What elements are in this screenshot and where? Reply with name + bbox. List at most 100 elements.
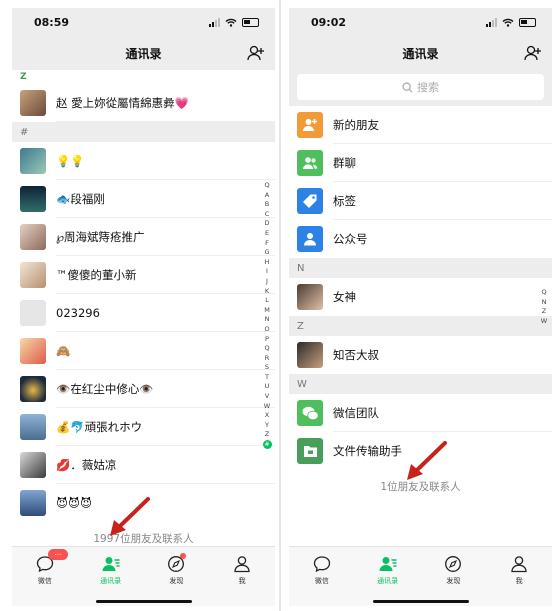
index-letter[interactable]: Q [541,288,546,298]
page-title: 通讯录 [402,46,439,61]
index-letter[interactable]: S [265,363,269,373]
tab-chats[interactable]: 微信 [289,547,355,606]
tab-contacts[interactable]: 通讯录 [355,547,421,606]
wifi-icon [502,18,514,27]
section-header-z: Z [12,70,275,84]
index-letter[interactable]: W [264,402,270,412]
index-letter[interactable]: K [265,287,269,297]
contact-name: 💡💡 [56,154,85,168]
alphabet-index[interactable]: Q A B C D E F G H I J K L M N O P Q R S T U V W X Y Z # [261,181,273,450]
function-tags[interactable]: 标签 [289,182,552,220]
index-letter[interactable]: U [265,382,270,392]
unread-badge: ··· [48,549,68,560]
function-official-accounts[interactable]: 公众号 [289,220,552,258]
battery-icon [242,17,259,27]
index-letter[interactable]: W [541,317,547,327]
index-letter[interactable]: N [542,298,547,308]
tab-me[interactable]: 我 [486,547,552,606]
contact-name: 赵 愛上妳從屬情綿惠彜💗 [56,96,189,110]
tab-contacts[interactable]: 通讯录 [78,547,144,606]
avatar [20,148,46,174]
index-letter[interactable]: N [265,315,270,325]
contact-name: 女神 [333,290,356,304]
tag-icon [297,188,323,214]
function-group-chats[interactable]: 群聊 [289,144,552,182]
tab-label: 发现 [169,577,184,585]
contact-row[interactable]: 💰🐬頑張れホウ [12,408,275,446]
status-bar: 08:59 [12,8,275,36]
index-letter[interactable]: J [266,277,268,287]
section-header-n: N [289,258,552,278]
signal-icon [209,17,220,27]
index-letter[interactable]: X [265,411,269,421]
index-letter[interactable]: E [265,229,269,239]
nav-bar: 通讯录 [289,36,552,70]
alphabet-index[interactable]: QNZW [538,288,550,326]
contact-name: 🐟段福刚 [56,192,105,206]
function-new-friends[interactable]: 新的朋友 [289,106,552,144]
new-friends-icon [297,112,323,138]
person-icon [511,556,527,573]
search-input[interactable]: 搜索 [297,74,544,100]
index-letter[interactable]: D [264,219,269,229]
contact-row[interactable]: ™傻傻的董小新 [12,256,275,294]
status-bar: 09:02 [289,8,552,36]
index-letter[interactable]: F [265,239,269,249]
search-area: 搜索 [289,70,552,106]
index-letter[interactable]: H [265,258,270,268]
search-icon [402,81,413,93]
index-letter[interactable]: A [265,191,269,201]
contact-row[interactable]: 💡💡 [12,142,275,180]
tab-discover[interactable]: 发现 [421,547,487,606]
contact-row[interactable]: 赵 愛上妳從屬情綿惠彜💗 [12,84,275,122]
index-letter[interactable]: L [265,296,269,306]
index-letter[interactable]: T [265,373,269,383]
contact-name: 🙈 [56,344,71,358]
section-header-hash: # [12,122,275,142]
contact-row[interactable]: 🙈 [12,332,275,370]
official-account-icon [297,226,323,252]
index-letter[interactable]: B [265,200,269,210]
contact-row[interactable]: 女神 [289,278,552,316]
tab-me[interactable]: 我 [209,547,275,606]
tab-bar: ··· 微信 通讯录 发现 我 [12,546,275,606]
index-letter[interactable]: Z [542,307,546,317]
avatar [20,338,46,364]
index-letter[interactable]: Q [264,181,269,191]
status-time: 09:02 [311,15,347,29]
index-letter[interactable]: O [264,325,269,335]
index-letter[interactable]: R [265,354,270,364]
index-letter[interactable]: P [265,335,269,345]
avatar [20,452,46,478]
compass-icon [445,556,462,572]
contact-row[interactable]: 知否大叔 [289,336,552,374]
status-time: 08:59 [34,15,70,29]
index-letter[interactable]: C [265,210,270,220]
contact-row[interactable]: 💋．薇姑凉 [12,446,275,484]
tab-discover[interactable]: 发现 [144,547,210,606]
contact-row[interactable]: 😈😈😈 [12,484,275,522]
index-letter[interactable]: V [265,392,269,402]
contact-row[interactable]: 🐟段福刚 [12,180,275,218]
contact-row[interactable]: 👁️在红尘中修心👁️ [12,370,275,408]
index-letter[interactable]: M [264,306,270,316]
index-letter-active[interactable]: # [262,440,272,450]
index-letter[interactable]: Q [264,344,269,354]
tab-chats[interactable]: ··· 微信 [12,547,78,606]
tab-label: 通讯录 [100,577,122,585]
contact-row[interactable]: 微信团队 [289,394,552,432]
avatar [20,262,46,288]
contact-row[interactable]: 023296 [12,294,275,332]
avatar [20,414,46,440]
index-letter[interactable]: Z [265,430,269,440]
index-letter[interactable]: Y [265,421,269,431]
tab-label: 通讯录 [377,577,399,585]
wechat-team-icon [297,400,323,426]
index-letter[interactable]: G [264,248,269,258]
add-friend-icon[interactable] [247,44,265,62]
index-letter[interactable]: I [266,267,268,277]
contact-row[interactable]: 文件传输助手 [289,432,552,470]
contact-name: 微信团队 [333,406,379,420]
contact-row[interactable]: ℘周海斌ؓ痔疮推广 [12,218,275,256]
add-friend-icon[interactable] [524,44,542,62]
